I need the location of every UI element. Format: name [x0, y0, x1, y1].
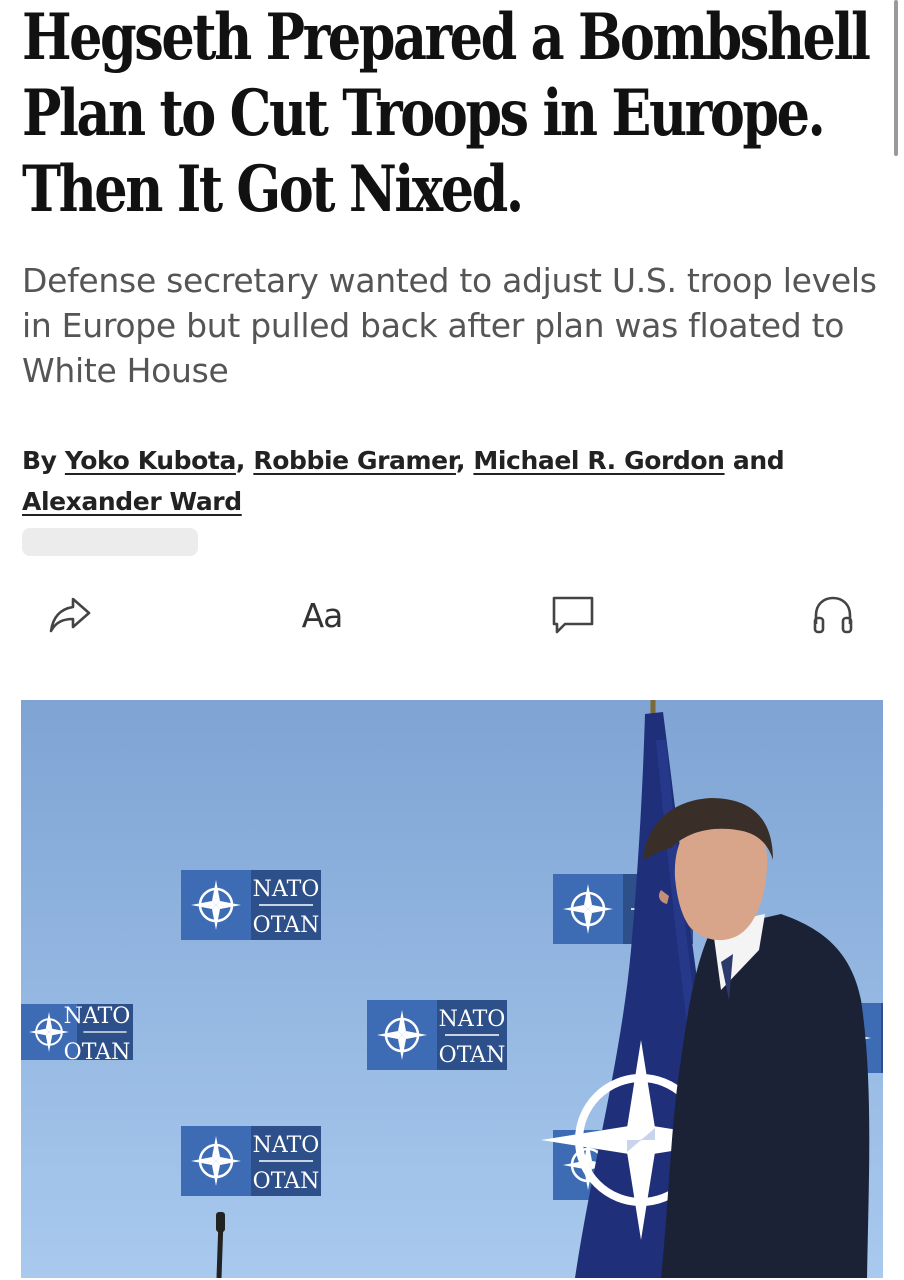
nato-logo: NATO OTAN	[181, 1126, 321, 1196]
nato-logo: NATO OTAN	[181, 870, 321, 940]
timestamp-placeholder	[22, 528, 198, 556]
byline: By Yoko Kubota, Robbie Gramer, Michael R…	[22, 440, 882, 522]
otan-logo-text: OTAN	[253, 1169, 320, 1194]
byline-separator: ,	[235, 446, 246, 475]
listen-button[interactable]	[803, 585, 863, 645]
author-link-michael-r-gordon[interactable]: Michael R. Gordon	[473, 446, 725, 475]
nato-logo-text: NATO	[253, 877, 320, 902]
otan-logo-text: OTAN	[253, 913, 320, 938]
author-link-robbie-gramer[interactable]: Robbie Gramer	[253, 446, 456, 475]
otan-logo-text: OTAN	[439, 1043, 506, 1068]
article-dek: Defense secretary wanted to adjust U.S. …	[22, 261, 877, 390]
byline-prefix: By	[22, 446, 57, 475]
article-headline: Hegseth Prepared a Bombshell Plan to Cut…	[22, 0, 871, 227]
nato-logo: NATO OTAN	[21, 1002, 133, 1065]
headphones-icon	[811, 594, 855, 636]
text-size-label: Aa	[301, 595, 344, 635]
comment-bubble-icon	[551, 594, 595, 636]
otan-logo-text: OTAN	[64, 1040, 131, 1065]
nato-logo-text: NATO	[439, 1007, 506, 1032]
article-toolbar: Aa	[0, 585, 904, 645]
byline-separator: ,	[455, 446, 466, 475]
text-size-button[interactable]: Aa	[292, 585, 352, 645]
hero-photo: NATO OTAN NATO OTAN NATO OTAN NATO OTAN	[21, 700, 883, 1278]
share-button[interactable]	[40, 585, 100, 645]
author-link-alexander-ward[interactable]: Alexander Ward	[22, 487, 242, 516]
comments-button[interactable]	[543, 585, 603, 645]
share-arrow-icon	[47, 595, 93, 635]
byline-conjunction: and	[732, 446, 785, 475]
nato-logo: NATO OTAN	[367, 1000, 507, 1070]
nato-logo-text: NATO	[64, 1004, 131, 1029]
page-scrollbar[interactable]	[894, 0, 898, 156]
author-link-yoko-kubota[interactable]: Yoko Kubota	[65, 446, 236, 475]
nato-logo-text: NATO	[253, 1133, 320, 1158]
